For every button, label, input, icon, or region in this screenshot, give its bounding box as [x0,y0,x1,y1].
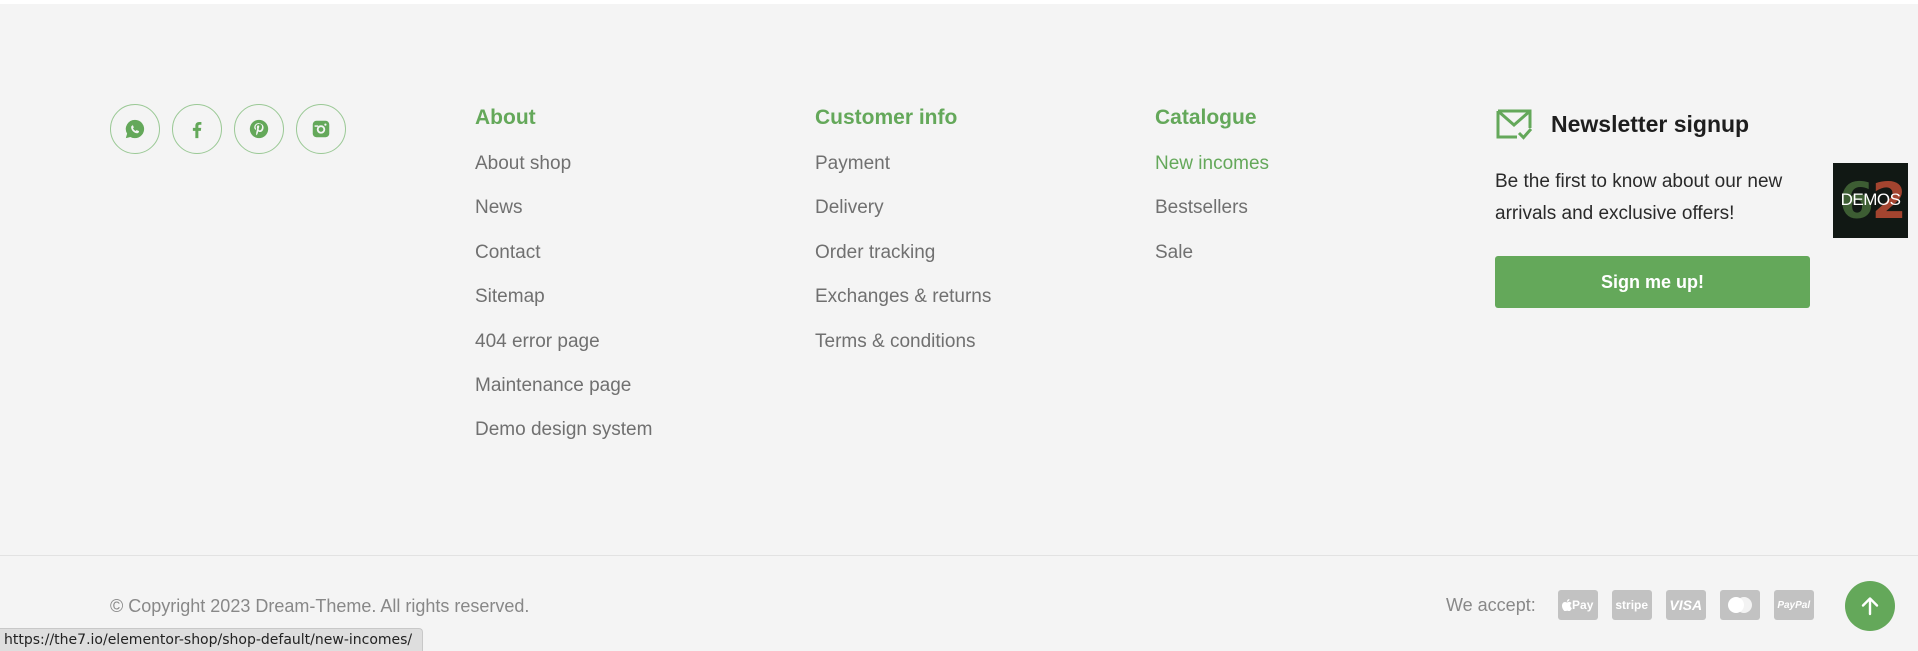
about-link-design-system[interactable]: Demo design system [475,418,652,442]
about-column: About About shop News Contact Sitemap 40… [475,104,652,463]
stripe-text: stripe [1615,598,1649,612]
scroll-to-top-button[interactable] [1845,581,1895,631]
catalogue-title: Catalogue [1155,106,1257,129]
catalogue-link-sale[interactable]: Sale [1155,241,1269,265]
top-edge [0,0,1918,4]
demos-badge[interactable]: 62 DEMOS [1833,163,1908,238]
catalogue-list: New incomes Bestsellers Sale [1155,152,1269,265]
customer-info-title: Customer info [815,106,958,129]
about-title: About [475,106,536,129]
copyright-text: © Copyright 2023 Dream-Theme. All rights… [110,596,530,616]
whatsapp-icon [125,119,145,139]
pinterest-button[interactable] [234,104,284,154]
stripe-icon: stripe [1611,590,1652,620]
visa-icon: VISA [1665,590,1706,620]
customer-link-payment[interactable]: Payment [815,152,991,176]
about-link-about-shop[interactable]: About shop [475,152,652,176]
apple-pay-text: Pay [1572,598,1594,612]
catalogue-column: Catalogue New incomes Bestsellers Sale [1155,104,1269,285]
we-accept-label: We accept: [1446,594,1536,615]
whatsapp-button[interactable] [110,104,160,154]
newsletter-section: Newsletter signup Be the first to know a… [1495,106,1810,308]
customer-link-exchanges[interactable]: Exchanges & returns [815,285,991,309]
newsletter-title: Newsletter signup [1551,110,1750,137]
about-link-news[interactable]: News [475,196,652,220]
facebook-icon [192,121,202,139]
payment-methods: We accept: Pay stripe VISA PayPal [1446,590,1814,620]
customer-link-order-tracking[interactable]: Order tracking [815,241,991,265]
apple-pay-icon: Pay [1557,590,1598,620]
about-link-404[interactable]: 404 error page [475,330,652,354]
about-link-sitemap[interactable]: Sitemap [475,285,652,309]
about-link-maintenance[interactable]: Maintenance page [475,374,652,398]
footer-divider [0,555,1918,556]
visa-text: VISA [1669,597,1703,613]
demos-label: DEMOS [1840,190,1901,209]
catalogue-link-new-incomes[interactable]: New incomes [1155,152,1269,176]
social-links [110,104,346,154]
paypal-text: PayPal [1777,599,1811,611]
facebook-button[interactable] [172,104,222,154]
customer-info-list: Payment Delivery Order tracking Exchange… [815,152,991,354]
mail-check-icon [1496,109,1533,140]
arrow-up-icon [1861,597,1879,616]
paypal-icon: PayPal [1773,590,1814,620]
browser-status-url: https://the7.io/elementor-shop/shop-defa… [0,628,424,651]
mastercard-icon [1719,590,1760,620]
sign-me-up-button[interactable]: Sign me up! [1495,256,1810,308]
instagram-icon [312,120,330,138]
catalogue-link-bestsellers[interactable]: Bestsellers [1155,196,1269,220]
about-link-contact[interactable]: Contact [475,241,652,265]
instagram-button[interactable] [296,104,346,154]
pinterest-icon [249,119,269,139]
customer-link-delivery[interactable]: Delivery [815,196,991,220]
newsletter-description: Be the first to know about our new arriv… [1495,171,1783,224]
customer-link-terms[interactable]: Terms & conditions [815,330,991,354]
newsletter-header: Newsletter signup [1495,106,1810,142]
customer-info-column: Customer info Payment Delivery Order tra… [815,104,991,374]
about-list: About shop News Contact Sitemap 404 erro… [475,152,652,442]
